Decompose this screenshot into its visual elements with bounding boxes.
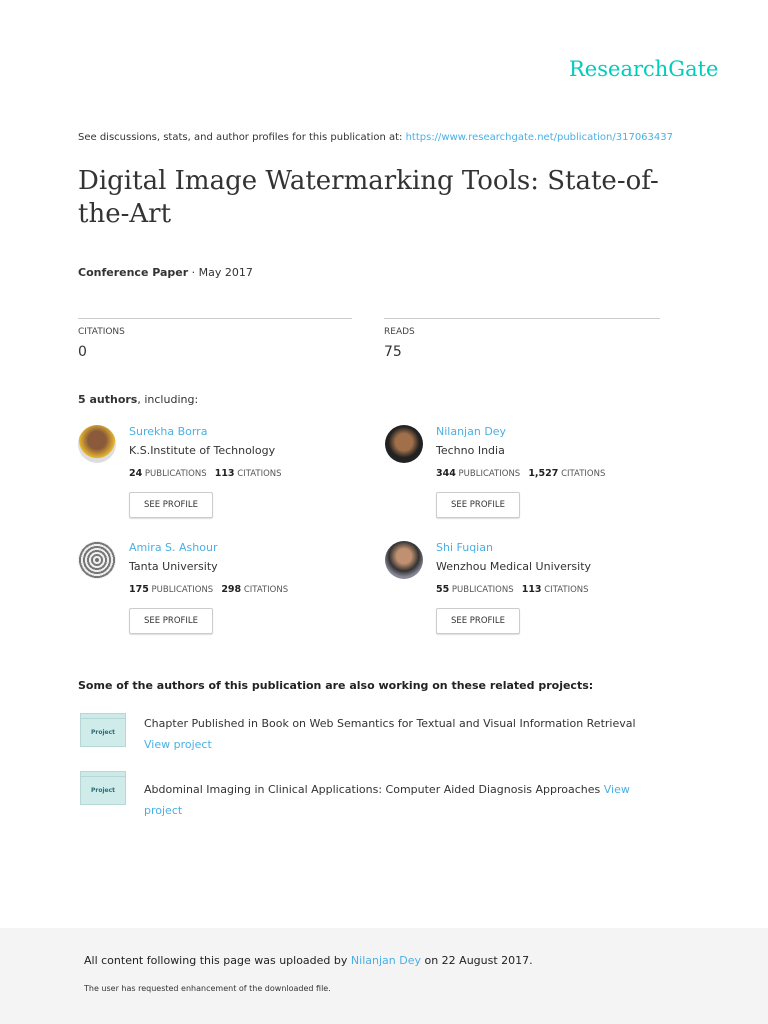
citations-count: 298 — [221, 584, 242, 595]
publication-type: Conference Paper · May 2017 — [78, 266, 253, 279]
upload-note: All content following this page was uplo… — [84, 954, 533, 967]
enhancement-note: The user has requested enhancement of th… — [84, 984, 331, 993]
citations-label: CITATIONS — [234, 469, 282, 479]
page-title: Digital Image Watermarking Tools: State-… — [78, 166, 659, 229]
citations-value: 0 — [78, 344, 87, 360]
avatar[interactable] — [78, 541, 116, 579]
author-institution: Tanta University — [129, 560, 218, 573]
author-name-link[interactable]: Shi Fuqian — [436, 541, 493, 554]
pub-date: · May 2017 — [188, 266, 253, 279]
citations-count: 113 — [214, 468, 235, 479]
author-card: Nilanjan Dey Techno India 344 PUBLICATIO… — [385, 425, 645, 535]
uploader-link[interactable]: Nilanjan Dey — [351, 954, 421, 967]
related-projects-heading: Some of the authors of this publication … — [78, 679, 594, 692]
footer — [0, 928, 768, 1024]
publications-count: 55 — [436, 584, 450, 595]
authors-count: 5 authors — [78, 393, 138, 406]
discussion-line: See discussions, stats, and author profi… — [78, 132, 673, 143]
avatar[interactable] — [385, 425, 423, 463]
see-profile-button[interactable]: SEE PROFILE — [129, 608, 213, 634]
author-card: Shi Fuqian Wenzhou Medical University 55… — [385, 541, 645, 651]
author-card: Amira S. Ashour Tanta University 175 PUB… — [78, 541, 338, 651]
see-profile-button[interactable]: SEE PROFILE — [436, 608, 520, 634]
author-stats: 344 PUBLICATIONS 1,527 CITATIONS — [436, 468, 605, 479]
project-folder-icon: Project — [80, 771, 126, 805]
publications-count: 175 — [129, 584, 149, 595]
publications-label: PUBLICATIONS — [148, 585, 214, 595]
avatar[interactable] — [385, 541, 423, 579]
citations-label: CITATIONS — [541, 585, 589, 595]
see-profile-button[interactable]: SEE PROFILE — [129, 492, 213, 518]
citations-count: 1,527 — [528, 468, 559, 479]
researchgate-logo[interactable]: ResearchGate — [569, 57, 718, 81]
avatar[interactable] — [78, 425, 116, 463]
reads-value: 75 — [384, 344, 402, 360]
author-name-link[interactable]: Surekha Borra — [129, 425, 207, 438]
view-project-link[interactable]: View project — [144, 738, 212, 751]
publication-link[interactable]: https://www.researchgate.net/publication… — [406, 132, 673, 143]
publications-label: PUBLICATIONS — [449, 585, 514, 595]
author-stats: 175 PUBLICATIONS 298 CITATIONS — [129, 584, 288, 595]
type-label: Conference Paper — [78, 266, 189, 279]
reads-stat: READS 75 — [384, 318, 660, 360]
authors-heading: 5 authors, including: — [78, 393, 198, 406]
author-name-link[interactable]: Nilanjan Dey — [436, 425, 506, 438]
author-stats: 24 PUBLICATIONS 113 CITATIONS — [129, 468, 282, 479]
project-folder-icon: Project — [80, 713, 126, 747]
citations-label: CITATIONS — [78, 327, 125, 337]
citations-stat: CITATIONS 0 — [78, 318, 352, 360]
author-stats: 55 PUBLICATIONS 113 CITATIONS — [436, 584, 589, 595]
upload-suffix: on 22 August 2017. — [420, 954, 533, 967]
discussion-text: See discussions, stats, and author profi… — [78, 132, 406, 143]
reads-label: READS — [384, 327, 415, 337]
author-institution: Techno India — [436, 444, 505, 457]
author-institution: Wenzhou Medical University — [436, 560, 592, 573]
publications-count: 24 — [129, 468, 143, 479]
see-profile-button[interactable]: SEE PROFILE — [436, 492, 520, 518]
publications-label: PUBLICATIONS — [455, 469, 521, 479]
author-institution: K.S.Institute of Technology — [129, 444, 276, 457]
authors-suffix: , including: — [137, 393, 199, 406]
citations-label: CITATIONS — [241, 585, 289, 595]
project-title: Chapter Published in Book on Web Semanti… — [144, 717, 636, 730]
author-card: Surekha Borra K.S.Institute of Technolog… — [78, 425, 338, 535]
publications-label: PUBLICATIONS — [142, 469, 207, 479]
publications-count: 344 — [436, 468, 456, 479]
citations-label: CITATIONS — [558, 469, 606, 479]
project-title: Abdominal Imaging in Clinical Applicatio… — [144, 783, 604, 796]
upload-prefix: All content following this page was uplo… — [84, 954, 351, 967]
author-name-link[interactable]: Amira S. Ashour — [129, 541, 217, 554]
citations-count: 113 — [521, 584, 542, 595]
